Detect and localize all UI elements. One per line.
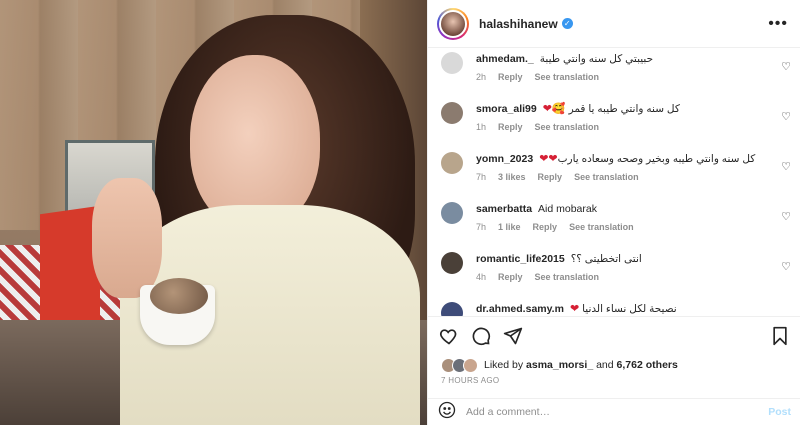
commenter-avatar[interactable]	[441, 102, 463, 124]
see-translation-button[interactable]: See translation	[535, 72, 600, 82]
comment-item: smora_ali99 كل سنه وانتي طيبه يا قمر 🥰❤ …	[428, 98, 800, 148]
post-actions-bar	[428, 316, 800, 354]
liked-by-others[interactable]: 6,762 others	[617, 359, 678, 371]
comment-time[interactable]: 2h	[476, 72, 486, 82]
likes-summary: Liked by asma_morsi_ and 6,762 others	[441, 354, 678, 376]
comment-text: حبيبتي كل سنه وانتي طيبة	[539, 53, 654, 65]
comment-heart-icon[interactable]: ♡	[781, 110, 791, 123]
reply-button[interactable]: Reply	[533, 222, 558, 232]
commenter-username[interactable]: yomn_2023	[476, 152, 533, 166]
comment-icon[interactable]	[470, 325, 492, 347]
comment-heart-icon[interactable]: ♡	[781, 260, 791, 273]
photo-subject-face	[190, 55, 320, 230]
liked-by-user[interactable]: asma_morsi_	[526, 359, 593, 371]
commenter-avatar[interactable]	[441, 302, 463, 316]
commenter-avatar[interactable]	[441, 152, 463, 174]
commenter-username[interactable]: dr.ahmed.samy.m	[476, 302, 564, 316]
comment-text: كل سنه وانتي طيبه يا قمر 🥰❤	[543, 102, 680, 116]
comment-text: Aid mobarak	[538, 203, 597, 215]
comment-text: نصيحة لكل نساء الدنيا ❤	[570, 302, 677, 316]
comment-heart-icon[interactable]: ♡	[781, 60, 791, 73]
emoji-icon[interactable]	[438, 401, 456, 424]
commenter-username[interactable]: ahmedam._	[476, 52, 534, 66]
post-timestamp[interactable]: 7 HOURS AGO	[441, 376, 499, 385]
comment-item: yomn_2023 كل سنه وانتي طيبه وبخير وصحه و…	[428, 148, 800, 198]
comment-emoji: 🥰❤	[542, 103, 566, 115]
comment-item: romantic_life2015 انتى اتخطيتى ؟؟ 4h Rep…	[428, 248, 800, 298]
photo-ice-cream	[150, 278, 208, 314]
see-translation-button[interactable]: See translation	[574, 172, 639, 182]
post-comment-button[interactable]: Post	[768, 406, 791, 418]
share-icon[interactable]	[502, 325, 524, 347]
comment-time[interactable]: 1h	[476, 122, 486, 132]
comment-text-body: نصيحة لكل نساء الدنيا	[582, 303, 677, 315]
see-translation-button[interactable]: See translation	[535, 122, 600, 132]
comment-time[interactable]: 7h	[476, 222, 486, 232]
add-comment-input[interactable]: Add a comment…	[466, 406, 768, 418]
commenter-username[interactable]: samerbatta	[476, 202, 532, 216]
post-sidebar: halashihanew ✓ ••• ahmedam._ حبيبتي كل س…	[427, 0, 800, 425]
commenter-avatar[interactable]	[441, 202, 463, 224]
comment-item: dr.ahmed.samy.m نصيحة لكل نساء الدنيا ❤	[428, 298, 800, 316]
reply-button[interactable]: Reply	[498, 272, 523, 282]
post-header: halashihanew ✓ •••	[428, 0, 800, 48]
author-avatar[interactable]	[437, 7, 469, 40]
photo-subject-hand	[92, 178, 162, 298]
more-options-icon[interactable]: •••	[768, 15, 788, 33]
post-photo[interactable]	[0, 0, 427, 425]
comment-heart-icon[interactable]: ♡	[781, 210, 791, 223]
liker-avatars[interactable]	[441, 357, 478, 373]
liked-by-and: and	[596, 359, 614, 371]
author-username[interactable]: halashihanew	[479, 17, 558, 31]
comment-likes-count[interactable]: 3 likes	[498, 172, 526, 182]
comment-time[interactable]: 7h	[476, 172, 486, 182]
comment-time[interactable]: 4h	[476, 272, 486, 282]
see-translation-button[interactable]: See translation	[535, 272, 600, 282]
comment-item: ahmedam._ حبيبتي كل سنه وانتي طيبة 2h Re…	[428, 48, 800, 98]
comment-text: انتى اتخطيتى ؟؟	[570, 253, 642, 265]
see-translation-button[interactable]: See translation	[569, 222, 634, 232]
bookmark-icon[interactable]	[769, 325, 791, 347]
comment-emoji: ❤❤	[539, 153, 558, 165]
commenter-username[interactable]: smora_ali99	[476, 102, 537, 116]
reply-button[interactable]: Reply	[498, 122, 523, 132]
commenter-avatar[interactable]	[441, 52, 463, 74]
heart-icon[interactable]	[438, 325, 460, 347]
add-comment-bar: Add a comment… Post	[428, 398, 800, 425]
comment-heart-icon[interactable]: ♡	[781, 160, 791, 173]
commenter-username[interactable]: romantic_life2015	[476, 252, 565, 266]
reply-button[interactable]: Reply	[498, 72, 523, 82]
reply-button[interactable]: Reply	[538, 172, 563, 182]
comments-list[interactable]: ahmedam._ حبيبتي كل سنه وانتي طيبة 2h Re…	[428, 48, 800, 316]
liked-by-prefix: Liked by	[484, 359, 524, 371]
comment-text-body: كل سنه وانتي طيبه يا قمر	[568, 103, 680, 115]
comment-text-body: كل سنه وانتي طيبه وبخير وصحه وسعاده يارب	[557, 153, 756, 165]
comment-emoji: ❤	[569, 303, 580, 315]
comment-item: samerbatta Aid mobarak 7h 1 like Reply S…	[428, 198, 800, 248]
commenter-avatar[interactable]	[441, 252, 463, 274]
verified-badge-icon: ✓	[561, 18, 573, 29]
comment-text: كل سنه وانتي طيبه وبخير وصحه وسعاده يارب…	[539, 152, 755, 166]
comment-likes-count[interactable]: 1 like	[498, 222, 521, 232]
